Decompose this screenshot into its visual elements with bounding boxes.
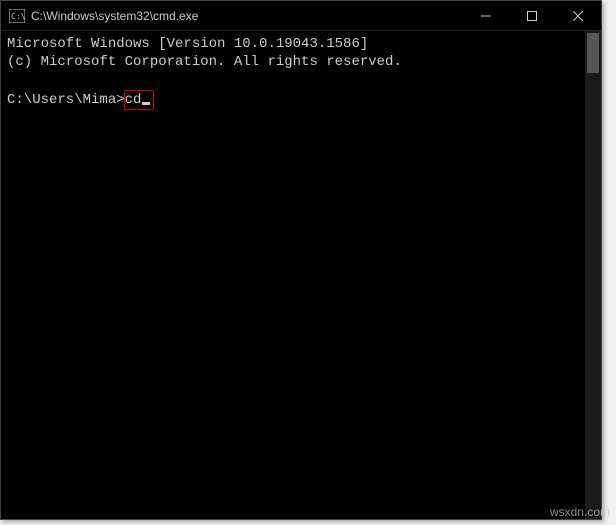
output-line: Microsoft Windows [Version 10.0.19043.15… — [7, 35, 595, 53]
scrollbar[interactable] — [585, 31, 601, 519]
blank-line — [7, 71, 595, 89]
typed-command: cd — [125, 91, 142, 109]
svg-text:C:\: C:\ — [11, 12, 25, 21]
minimize-button[interactable] — [463, 1, 509, 30]
cmd-icon: C:\ — [9, 9, 25, 23]
prompt-text: C:\Users\Mima> — [7, 91, 125, 109]
watermark: wsxdn.com — [550, 505, 610, 519]
titlebar: C:\ C:\Windows\system32\cmd.exe — [1, 1, 601, 31]
close-button[interactable] — [555, 1, 601, 30]
window-title: C:\Windows\system32\cmd.exe — [31, 9, 198, 23]
cursor-icon — [142, 102, 150, 105]
maximize-button[interactable] — [509, 1, 555, 30]
scrollbar-thumb[interactable] — [587, 33, 599, 73]
command-highlight: cd — [124, 90, 155, 110]
window-controls — [463, 1, 601, 30]
terminal-body[interactable]: Microsoft Windows [Version 10.0.19043.15… — [1, 31, 601, 519]
cmd-window: C:\ C:\Windows\system32\cmd.exe — [0, 0, 602, 520]
output-line: (c) Microsoft Corporation. All rights re… — [7, 53, 595, 71]
titlebar-left: C:\ C:\Windows\system32\cmd.exe — [1, 9, 198, 23]
prompt-line: C:\Users\Mima>cd — [7, 90, 595, 110]
